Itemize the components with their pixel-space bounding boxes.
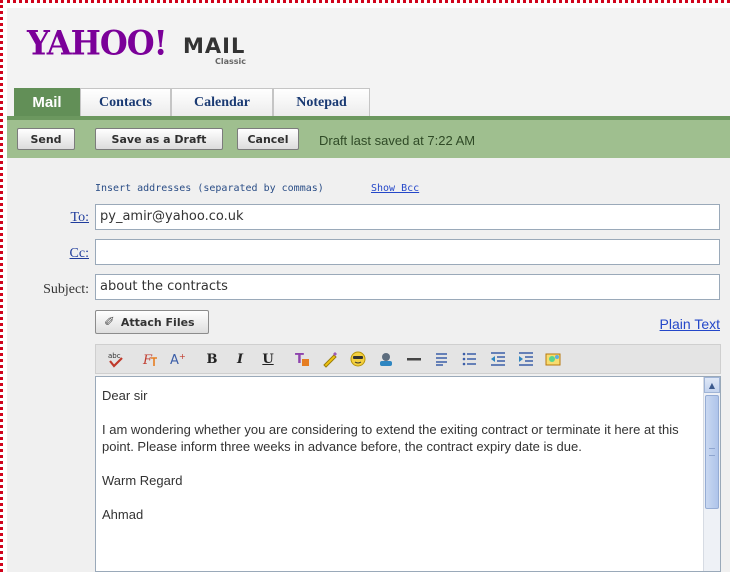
tab-calendar[interactable]: Calendar [171, 88, 273, 116]
insert-image-icon[interactable] [372, 346, 400, 372]
subject-field[interactable]: about the contracts [95, 274, 720, 300]
stationery-icon[interactable] [540, 346, 568, 372]
message-body-editor[interactable]: Dear sir I am wondering whether you are … [95, 376, 721, 572]
dotted-frame-left [0, 0, 3, 572]
scroll-up-arrow-icon[interactable]: ▲ [704, 377, 720, 393]
yahoo-mail-window: YAHOO! MAIL Classic Mail Contacts Calend… [7, 8, 730, 572]
insert-addresses-hint: Insert addresses (separated by commas) [95, 183, 324, 194]
to-field[interactable]: py_amir@yahoo.co.uk [95, 204, 720, 230]
editor-scrollbar[interactable]: ▲ [703, 377, 720, 571]
outdent-icon[interactable] [484, 346, 512, 372]
send-button[interactable]: Send [17, 128, 75, 150]
to-label-link[interactable]: To: [7, 210, 89, 226]
plain-text-link[interactable]: Plain Text [660, 316, 720, 332]
draft-status-text: Draft last saved at 7:22 AM [319, 133, 476, 148]
font-icon[interactable]: F [136, 346, 164, 372]
main-tabs: Mail Contacts Calendar Notepad [14, 88, 370, 116]
attach-files-button[interactable]: ✐ Attach Files [95, 310, 209, 334]
compose-form: Insert addresses (separated by commas) S… [7, 158, 730, 572]
scroll-thumb[interactable] [705, 395, 719, 509]
dotted-frame-top [0, 0, 730, 3]
subject-label: Subject: [43, 282, 89, 297]
indent-icon[interactable] [512, 346, 540, 372]
paperclip-icon: ✐ [104, 314, 115, 330]
bulleted-list-icon[interactable] [456, 346, 484, 372]
cc-label-link[interactable]: Cc: [7, 246, 89, 262]
bold-icon[interactable]: B [198, 346, 226, 372]
spellcheck-icon[interactable]: abc [102, 346, 130, 372]
svg-text:abc: abc [108, 352, 121, 360]
tab-contacts[interactable]: Contacts [80, 88, 171, 116]
cancel-button[interactable]: Cancel [237, 128, 299, 150]
formatting-toolbar: abc F A + B I U T [95, 344, 721, 374]
horizontal-rule-icon[interactable] [400, 346, 428, 372]
svg-text:F: F [142, 353, 153, 368]
body-line: I am wondering whether you are consideri… [102, 422, 679, 454]
show-bcc-link[interactable]: Show Bcc [371, 183, 419, 194]
body-line: Dear sir [102, 388, 148, 403]
save-draft-button[interactable]: Save as a Draft [95, 128, 223, 150]
tab-notepad[interactable]: Notepad [273, 88, 370, 116]
highlight-icon[interactable] [316, 346, 344, 372]
font-size-icon[interactable]: A + [164, 346, 192, 372]
numbered-list-icon[interactable] [428, 346, 456, 372]
svg-text:+: + [179, 352, 186, 361]
body-line: Ahmad [102, 507, 144, 522]
scroll-grip-icon [709, 448, 715, 456]
cc-field[interactable] [95, 239, 720, 265]
compose-toolbar: Send Save as a Draft Cancel Draft last s… [7, 116, 730, 158]
logo-yahoo-text: YAHOO! [27, 23, 168, 63]
tab-mail[interactable]: Mail [14, 88, 80, 116]
message-body-text: Dear sir I am wondering whether you are … [102, 387, 692, 540]
text-color-icon[interactable]: T [288, 346, 316, 372]
svg-text:A: A [170, 353, 179, 368]
italic-icon[interactable]: I [226, 346, 254, 372]
logo-mail-text: MAIL [183, 34, 246, 58]
underline-icon[interactable]: U [254, 346, 282, 372]
emoticon-icon[interactable] [344, 346, 372, 372]
logo-classic-text: Classic [215, 57, 247, 66]
attach-files-label: Attach Files [120, 315, 195, 329]
body-line: Warm Regard [102, 473, 183, 488]
